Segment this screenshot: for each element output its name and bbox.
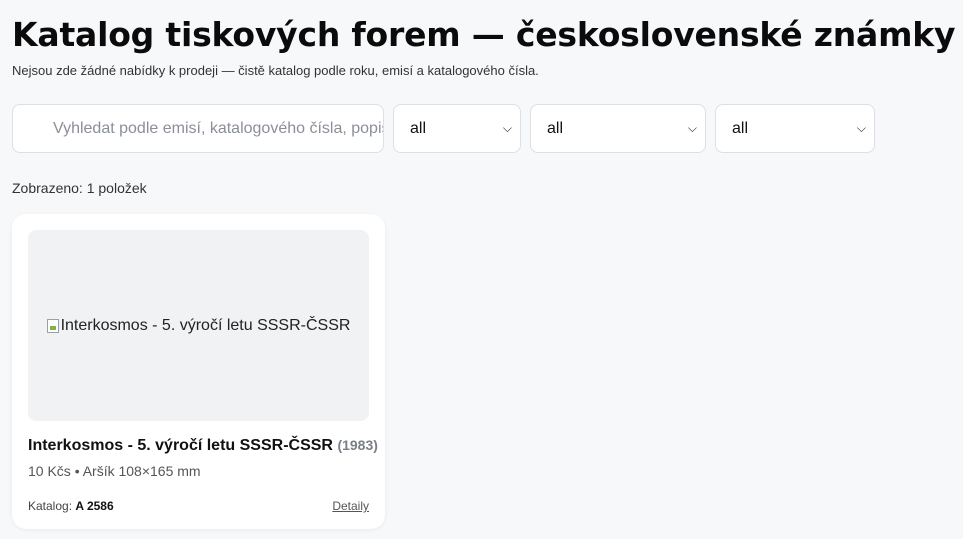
type-select-value: all bbox=[732, 119, 749, 137]
card-footer: Katalog: A 2586 Detaily bbox=[28, 499, 369, 513]
stamp-image-alt-text: Interkosmos - 5. výročí letu SSSR-ČSSR bbox=[60, 316, 351, 334]
type-select[interactable]: all ⌵ bbox=[715, 104, 875, 153]
chevron-down-icon: ⌵ bbox=[856, 121, 866, 135]
chevron-down-icon: ⌵ bbox=[687, 121, 697, 135]
details-link[interactable]: Detaily bbox=[332, 499, 369, 513]
year-select-value: all bbox=[410, 119, 427, 137]
stamp-image-alt: Interkosmos - 5. výročí letu SSSR-ČSSR bbox=[46, 316, 351, 335]
emission-select-value: all bbox=[547, 119, 564, 137]
chevron-down-icon: ⌵ bbox=[502, 121, 512, 135]
catalog-card: Interkosmos - 5. výročí letu SSSR-ČSSR I… bbox=[12, 214, 385, 529]
card-year: (1983) bbox=[337, 437, 378, 453]
stamp-image: Interkosmos - 5. výročí letu SSSR-ČSSR bbox=[28, 230, 369, 421]
catalog-number: Katalog: A 2586 bbox=[28, 499, 114, 513]
card-title: Interkosmos - 5. výročí letu SSSR-ČSSR (… bbox=[28, 437, 378, 455]
catalog-label: Katalog: bbox=[28, 499, 73, 513]
page: Katalog tiskových forem — československé… bbox=[0, 0, 963, 529]
results-count: Zobrazeno: 1 položek bbox=[12, 180, 147, 196]
emission-select[interactable]: all ⌵ bbox=[530, 104, 706, 153]
page-subtitle: Nejsou zde žádné nabídky k prodeji — čis… bbox=[12, 63, 539, 78]
year-select[interactable]: all ⌵ bbox=[393, 104, 521, 153]
filter-bar: Vyhledat podle emisí, katalogového čísla… bbox=[12, 104, 951, 153]
search-input[interactable]: Vyhledat podle emisí, katalogového čísla… bbox=[12, 104, 384, 153]
card-meta: 10 Kčs • Aršík 108×165 mm bbox=[28, 463, 201, 479]
broken-image-icon bbox=[46, 318, 59, 333]
card-title-text: Interkosmos - 5. výročí letu SSSR-ČSSR bbox=[28, 437, 333, 454]
search-placeholder: Vyhledat podle emisí, katalogového čísla… bbox=[53, 119, 384, 137]
page-title: Katalog tiskových forem — československé… bbox=[12, 15, 956, 54]
catalog-number-value: A 2586 bbox=[75, 499, 114, 513]
